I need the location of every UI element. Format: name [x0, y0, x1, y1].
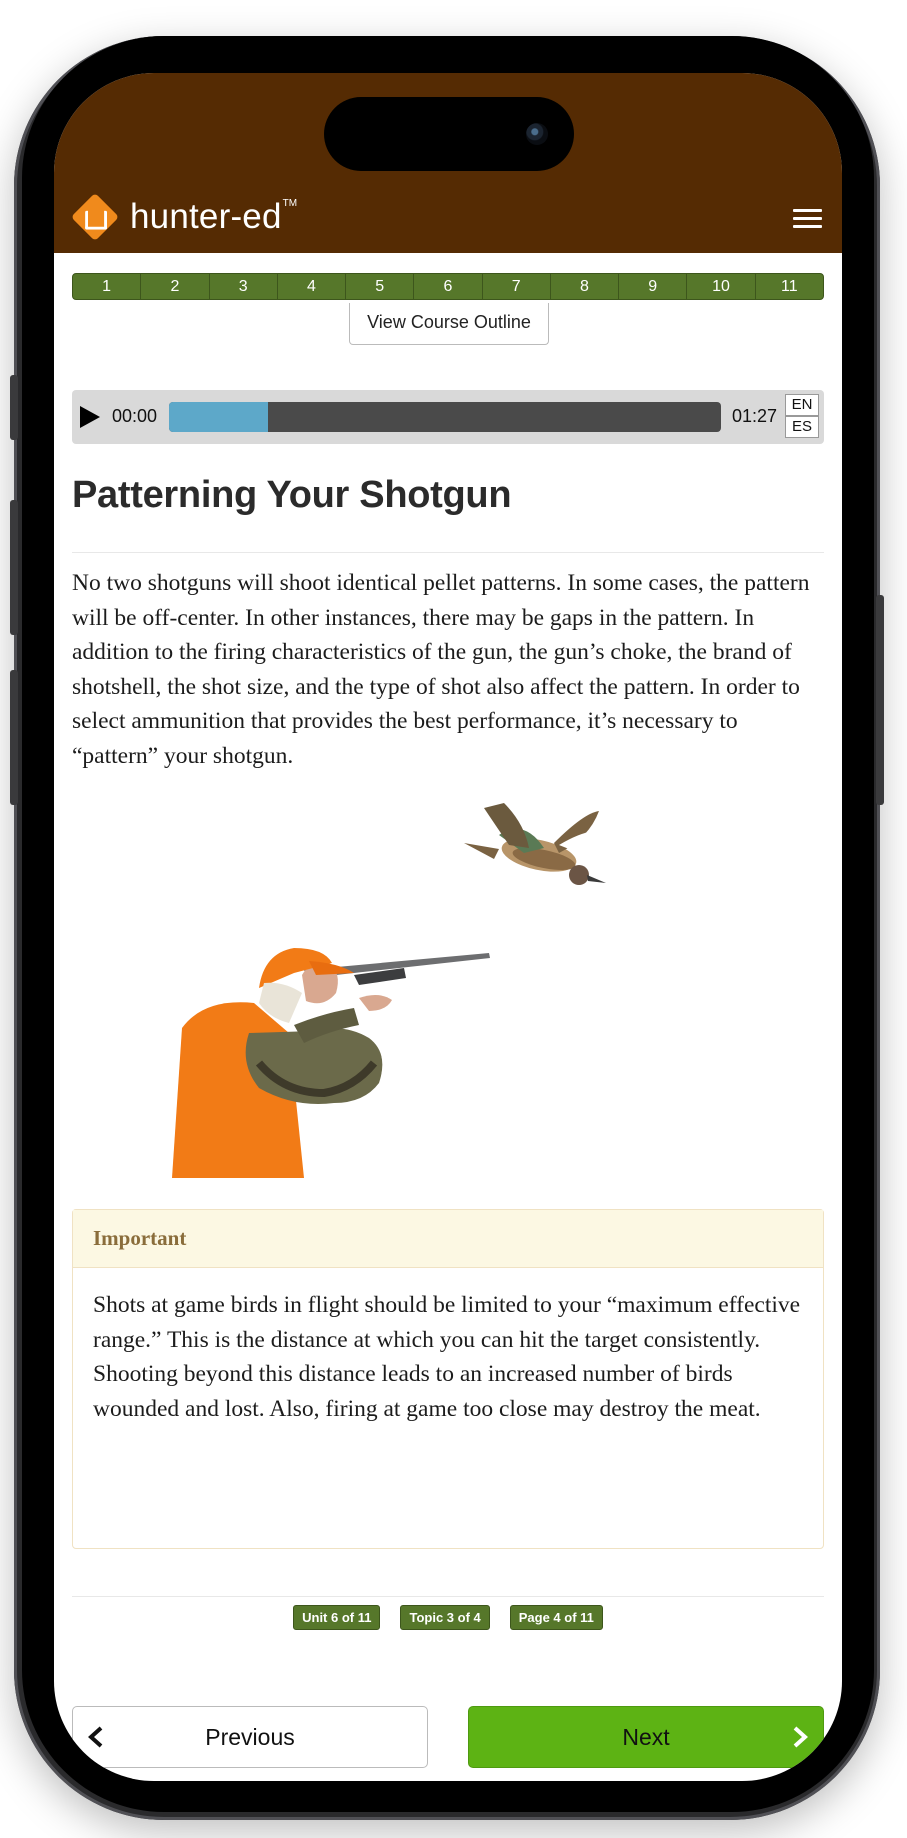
phone-screen: hunter-ed TM 1 2 3 4 5 6 7 8 9 10 11 View Course O… — [54, 73, 842, 1781]
audio-progress-fill — [169, 402, 269, 432]
language-en-button[interactable]: EN — [785, 394, 819, 416]
unit-link-11[interactable]: 11 — [756, 274, 823, 299]
callout-heading: Important — [73, 1210, 823, 1268]
title-divider — [72, 552, 824, 553]
audio-current-time: 00:00 — [112, 406, 158, 426]
play-icon[interactable] — [80, 406, 100, 428]
unit-link-9[interactable]: 9 — [619, 274, 688, 299]
location-badges: Unit 6 of 11 Topic 3 of 4 Page 4 of 11 — [54, 1605, 842, 1630]
hunter-ed-logo-icon — [70, 192, 120, 242]
phone-volume-down-button — [10, 670, 18, 805]
location-divider — [72, 1596, 824, 1597]
unit-link-3[interactable]: 3 — [210, 274, 278, 299]
phone-power-button — [876, 595, 884, 805]
previous-button[interactable]: Previous — [72, 1706, 428, 1768]
menu-icon[interactable] — [793, 209, 822, 229]
unit-link-6[interactable]: 6 — [414, 274, 483, 299]
audio-player: 00:00 01:27 EN ES — [72, 390, 824, 444]
chevron-right-icon — [793, 1726, 808, 1748]
unit-link-7[interactable]: 7 — [483, 274, 551, 299]
callout-text: Shots at game birds in flight should be … — [93, 1292, 801, 1422]
hunter-shooting-duck-illustration — [172, 803, 606, 1178]
previous-label: Previous — [205, 1724, 295, 1750]
unit-link-8[interactable]: 8 — [551, 274, 620, 299]
language-es-button[interactable]: ES — [785, 416, 819, 438]
page-title: Patterning Your Shotgun — [72, 474, 512, 516]
unit-badge: Unit 6 of 11 — [293, 1605, 381, 1630]
body-paragraph: No two shotguns will shoot identical pel… — [72, 570, 810, 769]
unit-link-10[interactable]: 10 — [687, 274, 756, 299]
app-header: hunter-ed TM — [54, 73, 842, 253]
unit-link-4[interactable]: 4 — [278, 274, 347, 299]
important-callout: Important Shots at game birds in flight … — [72, 1209, 824, 1549]
unit-link-2[interactable]: 2 — [141, 274, 210, 299]
unit-link-5[interactable]: 5 — [346, 274, 415, 299]
next-button[interactable]: Next — [468, 1706, 824, 1768]
next-label: Next — [622, 1724, 670, 1750]
logo-text: hunter-ed — [130, 197, 282, 236]
hunter-ed-logo[interactable]: hunter-ed TM — [70, 192, 298, 242]
phone-volume-up-button — [10, 500, 18, 635]
logo-trademark: TM — [282, 197, 298, 209]
audio-seek-bar[interactable] — [169, 402, 721, 432]
topic-badge: Topic 3 of 4 — [400, 1605, 490, 1630]
dynamic-island — [324, 97, 574, 171]
front-camera-icon — [526, 123, 548, 145]
unit-progress-bar: 1 2 3 4 5 6 7 8 9 10 11 — [72, 273, 824, 300]
chevron-left-icon — [88, 1726, 103, 1748]
audio-duration: 01:27 — [732, 406, 778, 426]
phone-action-button — [10, 375, 18, 440]
view-course-outline-button[interactable]: View Course Outline — [349, 303, 549, 345]
page-badge: Page 4 of 11 — [509, 1605, 603, 1630]
duck-icon — [464, 803, 606, 885]
unit-link-1[interactable]: 1 — [73, 274, 142, 299]
